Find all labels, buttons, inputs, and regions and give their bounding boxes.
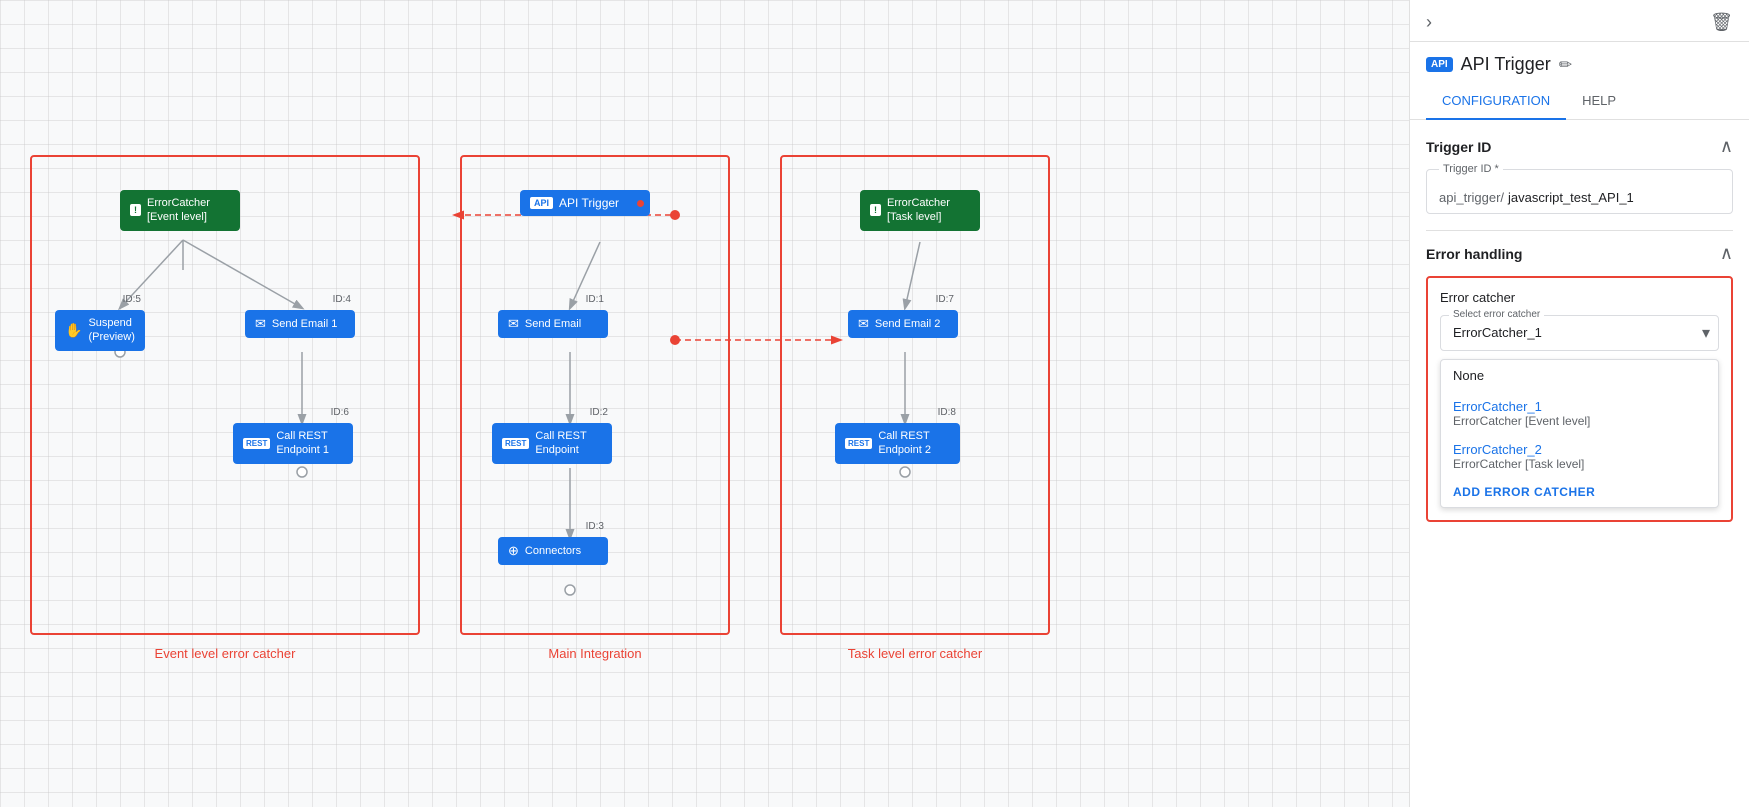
dropdown-errorcatcher1-item[interactable]: ErrorCatcher_1 ErrorCatcher [Event level… [1441, 391, 1718, 436]
send-email-main-node[interactable]: ✉ Send Email ID:1 [498, 310, 608, 338]
send-email-2-label: Send Email 2 [875, 318, 940, 330]
api-badge-node: API [530, 197, 553, 209]
trigger-id-value: javascript_test_API_1 [1508, 190, 1634, 205]
error-catcher-task-node[interactable]: ! ErrorCatcher [Task level] [860, 190, 980, 231]
panel-content: Trigger ID ∧ Trigger ID * api_trigger/ j… [1410, 120, 1749, 807]
node-badge-event: ! [130, 204, 141, 216]
error-catcher-event-label: ErrorCatcher [Event level] [147, 196, 210, 225]
error-catcher-box: Error catcher Select error catcher Error… [1426, 276, 1733, 522]
error-catcher-box-title: Error catcher [1440, 290, 1719, 305]
select-value: ErrorCatcher_1 [1453, 325, 1542, 340]
errorcatcher1-name: ErrorCatcher_1 [1453, 399, 1706, 414]
divider-1 [1426, 230, 1733, 231]
connectors-node[interactable]: ⊕ Connectors ID:3 [498, 537, 608, 565]
trigger-id-title: Trigger ID [1426, 139, 1491, 155]
call-rest-1-node[interactable]: REST Call REST Endpoint 1 ID:6 [233, 423, 353, 464]
main-integration-label: Main Integration [548, 646, 641, 661]
none-label: None [1453, 368, 1484, 383]
task-level-label: Task level error catcher [848, 646, 982, 661]
send-email-main-id: ID:1 [586, 294, 604, 305]
error-catcher-event-node[interactable]: ! ErrorCatcher [Event level] [120, 190, 240, 231]
error-catcher-task-label: ErrorCatcher [Task level] [887, 196, 950, 225]
node-badge-task: ! [870, 204, 881, 216]
call-rest-main-node[interactable]: REST Call REST Endpoint ID:2 [492, 423, 612, 464]
trigger-id-field: Trigger ID * api_trigger/ javascript_tes… [1426, 169, 1733, 214]
panel-tabs: CONFIGURATION HELP [1410, 83, 1749, 120]
add-error-catcher-button[interactable]: ADD ERROR CATCHER [1441, 477, 1718, 507]
api-badge-panel: API [1426, 57, 1453, 72]
error-handling-chevron[interactable]: ∧ [1720, 243, 1733, 264]
suspend-node[interactable]: ✋ Suspend (Preview) ID:5 [55, 310, 145, 351]
call-rest-2-node[interactable]: REST Call REST Endpoint 2 ID:8 [835, 423, 960, 464]
send-email-1-node[interactable]: ✉ Send Email 1 ID:4 [245, 310, 355, 338]
select-arrow-icon: ▾ [1702, 323, 1710, 343]
trigger-id-chevron[interactable]: ∧ [1720, 136, 1733, 157]
call-rest-1-id: ID:6 [331, 407, 349, 418]
collapse-panel-button[interactable]: › [1426, 12, 1432, 33]
trigger-id-value-row: api_trigger/ javascript_test_API_1 [1439, 190, 1720, 205]
tab-help[interactable]: HELP [1566, 83, 1632, 120]
event-level-label: Event level error catcher [155, 646, 296, 661]
send-email-1-icon: ✉ [255, 316, 266, 332]
dropdown-errorcatcher2-item[interactable]: ErrorCatcher_2 ErrorCatcher [Task level] [1441, 436, 1718, 477]
rest-badge-2: REST [845, 438, 872, 449]
panel-title: API Trigger [1461, 54, 1551, 75]
call-rest-1-label: Call REST Endpoint 1 [276, 429, 329, 458]
send-email-1-label: Send Email 1 [272, 318, 337, 330]
call-rest-main-label: Call REST Endpoint [535, 429, 586, 458]
call-rest-main-id: ID:2 [590, 407, 608, 418]
error-handling-section-header: Error handling ∧ [1426, 243, 1733, 264]
send-email-1-id: ID:4 [333, 294, 351, 305]
tab-configuration[interactable]: CONFIGURATION [1426, 83, 1566, 120]
edit-title-button[interactable]: ✏ [1559, 55, 1572, 75]
connectors-label: Connectors [525, 545, 581, 557]
rest-badge-main: REST [502, 438, 529, 449]
errorcatcher1-sub: ErrorCatcher [Event level] [1453, 414, 1706, 428]
call-rest-2-id: ID:8 [938, 407, 956, 418]
send-email-2-node[interactable]: ✉ Send Email 2 ID:7 [848, 310, 958, 338]
trigger-id-prefix: api_trigger/ [1439, 190, 1504, 205]
send-email-2-icon: ✉ [858, 316, 869, 332]
send-email-main-label: Send Email [525, 318, 581, 330]
call-rest-2-label: Call REST Endpoint 2 [878, 429, 931, 458]
connectors-icon: ⊕ [508, 543, 519, 559]
right-panel: › 🗑 API API Trigger ✏ CONFIGURATION HELP… [1409, 0, 1749, 807]
send-email-2-id: ID:7 [936, 294, 954, 305]
error-catcher-select[interactable]: Select error catcher ErrorCatcher_1 ▾ [1440, 315, 1719, 351]
error-catcher-dropdown: None ErrorCatcher_1 ErrorCatcher [Event … [1440, 359, 1719, 508]
suspend-label: Suspend (Preview) [88, 316, 134, 345]
select-label: Select error catcher [1449, 309, 1544, 320]
errorcatcher2-sub: ErrorCatcher [Task level] [1453, 457, 1706, 471]
trigger-id-label: Trigger ID * [1439, 163, 1503, 175]
dropdown-none-item[interactable]: None [1441, 360, 1718, 391]
panel-title-row: API API Trigger ✏ [1410, 42, 1749, 83]
errorcatcher2-name: ErrorCatcher_2 [1453, 442, 1706, 457]
connectors-id: ID:3 [586, 521, 604, 532]
api-trigger-label: API Trigger [559, 196, 619, 210]
suspend-id: ID:5 [123, 294, 141, 305]
rest-badge-1: REST [243, 438, 270, 449]
integration-canvas: Event level error catcher Main Integrati… [0, 0, 1409, 807]
suspend-icon: ✋ [65, 322, 82, 339]
send-email-main-icon: ✉ [508, 316, 519, 332]
trigger-id-section-header: Trigger ID ∧ [1426, 136, 1733, 157]
panel-header: › 🗑 [1410, 0, 1749, 42]
delete-button[interactable]: 🗑 [1710, 12, 1733, 33]
api-trigger-node[interactable]: API API Trigger [520, 190, 650, 216]
error-handling-title: Error handling [1426, 246, 1522, 262]
